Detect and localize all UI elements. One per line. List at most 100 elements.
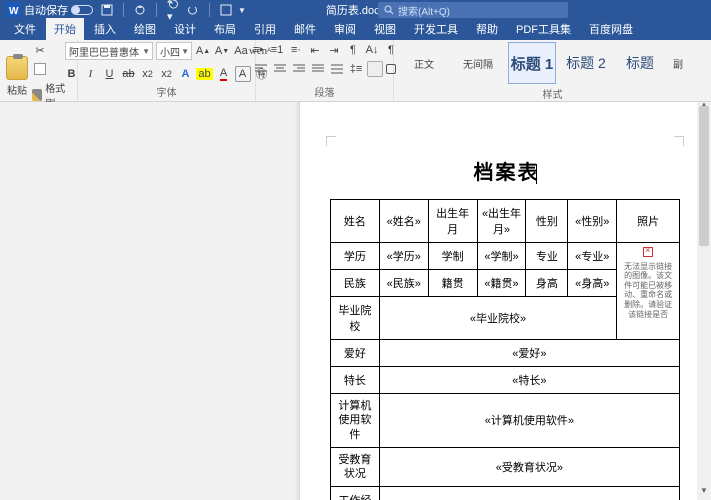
tab-view[interactable]: 视图	[366, 18, 404, 40]
tell-me-search[interactable]: 搜索(Alt+Q)	[378, 2, 568, 18]
char-shading-button[interactable]: A	[235, 66, 251, 82]
cell-label[interactable]: 爱好	[331, 340, 380, 367]
cell-merge-field[interactable]: «学制»	[477, 243, 526, 270]
cell-photo-label[interactable]: 照片	[617, 200, 680, 243]
shrink-font-button[interactable]: A▼	[214, 43, 230, 59]
cell-merge-field[interactable]: «爱好»	[379, 340, 679, 367]
tab-pdf[interactable]: PDF工具集	[508, 18, 579, 40]
redo-icon[interactable]	[187, 4, 199, 16]
vertical-scrollbar[interactable]: ▲ ▼	[697, 102, 711, 500]
style-heading2[interactable]: 标题 2	[562, 42, 610, 84]
cell-label[interactable]: 毕业院校	[331, 297, 380, 340]
paste-button[interactable]: 粘贴	[6, 56, 28, 97]
ltr-button[interactable]: ¶	[345, 42, 361, 58]
table-row[interactable]: 学历 «学历» 学制 «学制» 专业 «专业» 无法显示链接的图像。该文件可能已…	[331, 243, 680, 270]
cell-merge-field[interactable]: «学历»	[379, 243, 428, 270]
document-title[interactable]: 档案表	[330, 142, 680, 199]
cell-label[interactable]: 特长	[331, 367, 380, 394]
table-row[interactable]: 受教育状况 «受教育状况»	[331, 447, 680, 487]
tab-insert[interactable]: 插入	[86, 18, 124, 40]
cell-label[interactable]: 专业	[526, 243, 568, 270]
cell-merge-field[interactable]: «姓名»	[379, 200, 428, 243]
table-row[interactable]: 特长 «特长»	[331, 367, 680, 394]
table-row[interactable]: 工作经历 «工作经历»	[331, 487, 680, 500]
multilevel-button[interactable]: ≡·	[288, 42, 304, 58]
cell-merge-field[interactable]: «毕业院校»	[379, 297, 616, 340]
tab-developer[interactable]: 开发工具	[406, 18, 466, 40]
scroll-down-icon[interactable]: ▼	[697, 486, 711, 500]
cell-label[interactable]: 姓名	[331, 200, 380, 243]
style-no-spacing[interactable]: 无间隔	[454, 42, 502, 84]
sort-button[interactable]: A↓	[364, 42, 380, 58]
cell-merge-field[interactable]: «专业»	[568, 243, 617, 270]
cell-merge-field[interactable]: «性别»	[568, 200, 617, 243]
tab-layout[interactable]: 布局	[206, 18, 244, 40]
cell-label[interactable]: 学制	[428, 243, 477, 270]
style-heading1[interactable]: 标题 1	[508, 42, 556, 84]
table-row[interactable]: 计算机使用软件 «计算机使用软件»	[331, 394, 680, 448]
cell-label[interactable]: 学历	[331, 243, 380, 270]
qat-more-icon[interactable]	[220, 4, 232, 16]
tab-mailings[interactable]: 邮件	[286, 18, 324, 40]
cell-label[interactable]: 出生年月	[428, 200, 477, 243]
tab-review[interactable]: 审阅	[326, 18, 364, 40]
line-spacing-button[interactable]: ‡≡	[348, 61, 364, 77]
align-left-button[interactable]	[253, 61, 269, 77]
style-normal[interactable]: 正文	[400, 42, 448, 84]
cell-label[interactable]: 籍贯	[428, 270, 477, 297]
tab-home[interactable]: 开始	[46, 18, 84, 40]
cell-merge-field[interactable]: «计算机使用软件»	[379, 394, 679, 448]
subscript-button[interactable]: x2	[140, 66, 156, 82]
save-icon[interactable]	[101, 4, 113, 16]
undo-icon[interactable]: ▾	[167, 0, 181, 23]
highlight-button[interactable]: ab	[197, 66, 213, 82]
numbering-button[interactable]: ≡1	[269, 42, 285, 58]
cell-label[interactable]: 身高	[526, 270, 568, 297]
align-center-button[interactable]	[272, 61, 288, 77]
underline-button[interactable]: U	[102, 66, 118, 82]
increase-indent-button[interactable]: ⇥	[326, 42, 342, 58]
document-canvas[interactable]: 档案表 姓名 «姓名» 出生年月 «出生年月» 性别 «性别» 照片 学历 «	[0, 102, 711, 500]
tab-file[interactable]: 文件	[6, 18, 44, 40]
strikethrough-button[interactable]: ab	[121, 66, 137, 82]
table-row[interactable]: 姓名 «姓名» 出生年月 «出生年月» 性别 «性别» 照片	[331, 200, 680, 243]
change-case-button[interactable]: Aa	[233, 43, 249, 59]
cell-merge-field[interactable]: «籍贯»	[477, 270, 526, 297]
bold-button[interactable]: B	[64, 66, 80, 82]
superscript-button[interactable]: x2	[159, 66, 175, 82]
cell-label[interactable]: 受教育状况	[331, 447, 380, 487]
autosave-toggle[interactable]: 自动保存	[24, 2, 93, 18]
text-effects-button[interactable]: A	[178, 66, 194, 82]
cell-merge-field[interactable]: «出生年月»	[477, 200, 526, 243]
italic-button[interactable]: I	[83, 66, 99, 82]
cell-label[interactable]: 性别	[526, 200, 568, 243]
cell-label[interactable]: 工作经历	[331, 487, 380, 500]
cell-merge-field[interactable]: «身高»	[568, 270, 617, 297]
cell-merge-field[interactable]: «受教育状况»	[379, 447, 679, 487]
cell-label[interactable]: 计算机使用软件	[331, 394, 380, 448]
scroll-thumb[interactable]	[699, 106, 709, 246]
qat-dropdown-icon[interactable]: ▼	[238, 6, 246, 15]
tab-baidu[interactable]: 百度网盘	[581, 18, 641, 40]
cell-label[interactable]: 民族	[331, 270, 380, 297]
cell-merge-field[interactable]: «工作经历»	[379, 487, 679, 500]
cell-merge-field[interactable]: «特长»	[379, 367, 679, 394]
align-right-button[interactable]	[291, 61, 307, 77]
cell-photo-placeholder[interactable]: 无法显示链接的图像。该文件可能已被移动、重命名或删除。请验证该链接是否	[617, 243, 680, 340]
font-name-combo[interactable]: 阿里巴巴普惠体▼	[65, 42, 153, 60]
decrease-indent-button[interactable]: ⇤	[307, 42, 323, 58]
font-size-combo[interactable]: 小四▼	[156, 42, 192, 60]
profile-table[interactable]: 姓名 «姓名» 出生年月 «出生年月» 性别 «性别» 照片 学历 «学历» 学…	[330, 199, 680, 500]
sync-icon[interactable]	[134, 4, 146, 16]
tab-draw[interactable]: 绘图	[126, 18, 164, 40]
tab-help[interactable]: 帮助	[468, 18, 506, 40]
bullets-button[interactable]: ≡•	[250, 42, 266, 58]
tab-references[interactable]: 引用	[246, 18, 284, 40]
distribute-button[interactable]	[329, 61, 345, 77]
justify-button[interactable]	[310, 61, 326, 77]
font-color-button[interactable]: A	[216, 66, 232, 82]
cell-merge-field[interactable]: «民族»	[379, 270, 428, 297]
shading-button[interactable]	[367, 61, 383, 77]
table-row[interactable]: 爱好 «爱好»	[331, 340, 680, 367]
style-title[interactable]: 标题	[616, 42, 664, 84]
